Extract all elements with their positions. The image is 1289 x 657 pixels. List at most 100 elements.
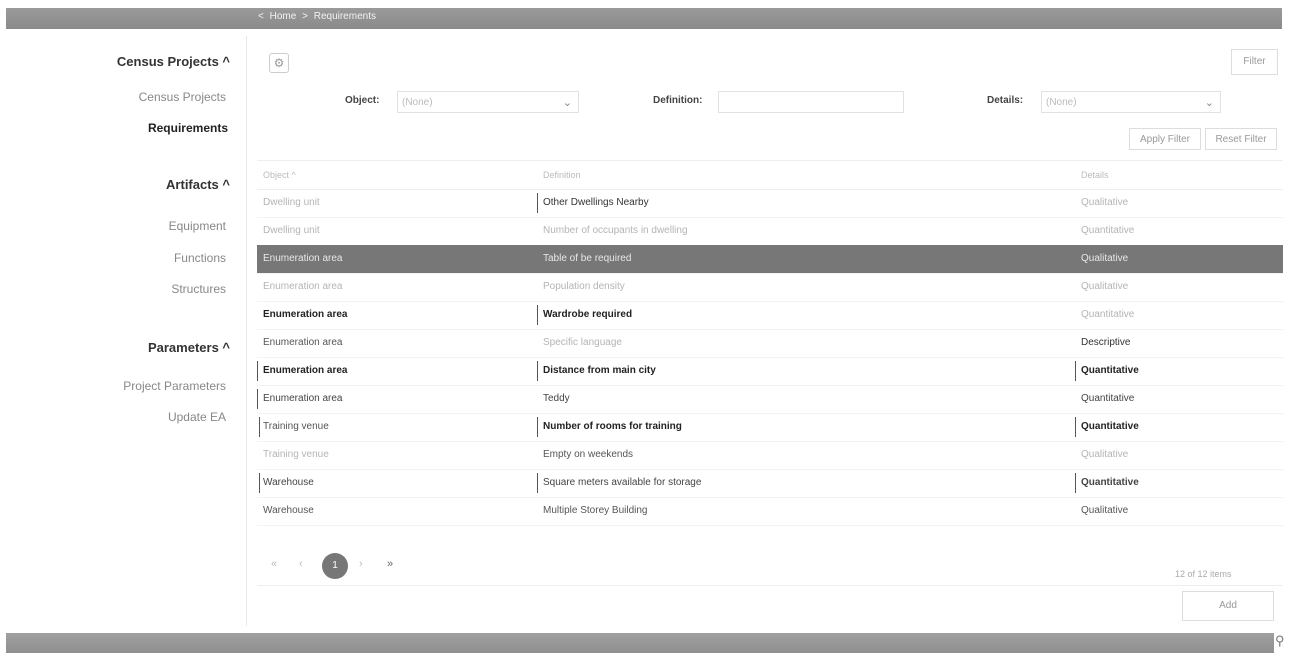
row-divider [1075,417,1076,437]
table-row[interactable]: Enumeration area Wardrobe required Quant… [257,301,1283,330]
cell-definition: Population density [543,281,625,292]
cell-details: Quantitative [1081,225,1135,236]
row-divider [537,305,538,325]
add-button[interactable]: Add [1182,591,1274,621]
back-icon[interactable]: < [258,11,264,22]
cell-details: Quantitative [1081,309,1135,320]
cell-details: Quantitative [1081,393,1135,404]
resize-handle-icon[interactable]: ⚲ [1275,633,1287,653]
table-row[interactable]: Dwelling unit Other Dwellings Nearby Qua… [257,189,1283,218]
apply-filter-button[interactable]: Apply Filter [1129,128,1201,150]
section-census-projects[interactable]: Census Projects ^ [117,54,230,69]
table-row[interactable]: Warehouse Multiple Storey Building Quali… [257,497,1283,526]
bottom-bar [6,633,1274,653]
cell-definition: Specific language [543,337,622,348]
details-label: Details: [987,95,1024,106]
details-select[interactable]: (None) ⌄ [1041,91,1221,113]
table-row[interactable]: Enumeration area Distance from main city… [257,357,1283,386]
table-row[interactable]: Dwelling unit Number of occupants in dwe… [257,217,1283,246]
cell-definition: Teddy [543,393,570,404]
cell-object: Enumeration area [263,365,348,376]
next-page-icon[interactable]: › [359,558,363,570]
table-header: Object ^ Definition Details [257,160,1283,190]
row-divider [537,361,538,381]
breadcrumb: < Home > Requirements [258,11,379,22]
first-page-icon[interactable]: « [271,558,277,570]
table-row[interactable]: Enumeration area Teddy Quantitative [257,385,1283,414]
cell-details: Qualitative [1081,253,1129,264]
sidebar-item-equipment[interactable]: Equipment [169,219,226,233]
cell-object: Dwelling unit [263,197,320,208]
breadcrumb-home[interactable]: Home [270,11,297,22]
details-select-value: (None) [1046,97,1077,108]
sidebar-item-census-projects[interactable]: Census Projects [139,90,226,104]
breadcrumb-separator: > [302,11,308,22]
page-1-button[interactable]: 1 [322,553,348,579]
sidebar-item-structures[interactable]: Structures [171,282,226,296]
cell-object: Training venue [263,421,329,432]
definition-input[interactable] [718,91,904,113]
cell-details: Quantitative [1081,477,1139,488]
row-divider [259,417,260,437]
table-row[interactable]: Training venue Number of rooms for train… [257,413,1283,442]
sidebar-item-update-ea[interactable]: Update EA [168,410,226,424]
object-select[interactable]: (None) ⌄ [397,91,579,113]
breadcrumb-current: Requirements [313,11,376,22]
sidebar-item-requirements[interactable]: Requirements [148,121,228,135]
cell-object: Dwelling unit [263,225,320,236]
cell-details: Quantitative [1081,365,1139,376]
cell-details: Qualitative [1081,449,1129,460]
cell-definition: Other Dwellings Nearby [543,197,649,208]
cell-definition: Distance from main city [543,365,656,376]
cell-definition: Empty on weekends [543,449,634,460]
section-parameters[interactable]: Parameters ^ [148,340,230,355]
column-header-object[interactable]: Object ^ [263,170,296,180]
reset-filter-button[interactable]: Reset Filter [1205,128,1277,150]
cell-definition: Square meters available for storage [543,477,702,488]
cell-object: Enumeration area [263,393,343,404]
cell-object: Warehouse [263,477,314,488]
chevron-down-icon: ⌄ [1204,97,1214,109]
column-header-details[interactable]: Details [1081,170,1109,180]
row-divider [537,193,538,213]
cell-details: Qualitative [1081,197,1129,208]
table-row[interactable]: Warehouse Square meters available for st… [257,469,1283,498]
filter-button[interactable]: Filter [1231,49,1278,75]
row-divider [537,417,538,437]
sidebar-item-functions[interactable]: Functions [174,251,226,265]
section-artifacts[interactable]: Artifacts ^ [166,177,230,192]
cell-object: Enumeration area [263,337,343,348]
row-divider [1075,473,1076,493]
cell-details: Quantitative [1081,421,1139,432]
cell-definition: Multiple Storey Building [543,505,648,516]
cell-details: Qualitative [1081,505,1129,516]
row-divider [257,389,258,409]
cell-object: Training venue [263,449,329,460]
row-divider [537,473,538,493]
definition-label: Definition: [653,95,703,106]
main-content: ⚙ Filter Object: (None) ⌄ Definition: De… [246,36,1283,626]
cell-details: Qualitative [1081,281,1129,292]
last-page-icon[interactable]: » [387,558,393,570]
cell-object: Enumeration area [263,253,343,264]
chevron-down-icon: ⌄ [562,97,572,109]
object-select-value: (None) [402,97,433,108]
items-count: 12 of 12 items [1175,569,1232,579]
table-row[interactable]: Enumeration area Population density Qual… [257,273,1283,302]
row-divider [1075,361,1076,381]
row-divider [259,473,260,493]
sidebar-item-project-parameters[interactable]: Project Parameters [123,379,226,393]
cell-definition: Number of rooms for training [543,421,682,432]
table-row[interactable]: Enumeration area Specific language Descr… [257,329,1283,358]
gear-icon[interactable]: ⚙ [269,53,289,73]
cell-object: Enumeration area [263,281,343,292]
cell-definition: Number of occupants in dwelling [543,225,688,236]
prev-page-icon[interactable]: ‹ [299,558,303,570]
divider [257,585,1283,586]
column-header-definition[interactable]: Definition [543,170,581,180]
table-row-selected[interactable]: Enumeration area Table of be required Qu… [257,245,1283,274]
cell-object: Warehouse [263,505,314,516]
cell-details: Descriptive [1081,337,1131,348]
table-row[interactable]: Training venue Empty on weekends Qualita… [257,441,1283,470]
top-bar: < Home > Requirements [6,8,1282,29]
